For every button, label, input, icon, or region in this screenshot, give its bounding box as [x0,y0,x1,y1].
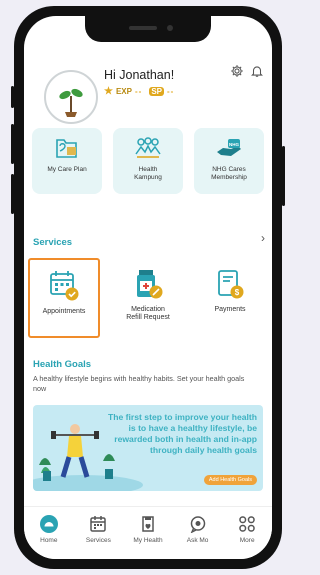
tab-services[interactable]: Services [74,507,124,559]
card-label: NHG Cares Membership [211,166,247,181]
service-appointments[interactable]: Appointments [28,258,100,338]
service-payments[interactable]: $ Payments [194,258,266,338]
quick-access-cards: My Care Plan Health Kampung NHG NHG Care… [32,128,264,194]
tab-label: More [239,537,255,544]
exp-sp-row: ★ EXP -- SP -- [104,86,174,97]
more-icon [238,514,256,534]
chat-icon [189,514,207,534]
health-goals-description: A healthy lifestyle begins with healthy … [33,374,245,393]
community-icon [133,136,163,160]
service-label: Payments [214,306,246,313]
nhg-cares-membership-card[interactable]: NHG NHG Cares Membership [194,128,264,194]
service-medication-refill[interactable]: Medication Refill Request [112,258,184,338]
mute-switch [11,86,14,108]
card-label: My Care Plan [47,166,87,173]
health-kampung-card[interactable]: Health Kampung [113,128,183,194]
front-camera [167,25,173,31]
speaker-grille [129,26,157,30]
calendar-check-icon [47,270,81,302]
sp-label: SP [149,87,164,96]
tab-label: Home [40,537,58,544]
care-plan-icon [53,136,81,160]
sp-value: -- [166,87,175,96]
medication-icon [131,268,165,300]
plant-sprout-icon [59,88,83,117]
nhg-cares-icon: NHG [215,136,243,160]
services-list: Appointments Medication Refill Request $… [28,258,268,340]
card-label: Health Kampung [134,166,162,181]
svg-text:NHG: NHG [229,142,239,147]
exp-value: -- [134,87,143,96]
volume-down-button [11,174,14,214]
svg-text:$: $ [235,288,240,297]
home-icon [39,514,59,534]
tab-ask-mo[interactable]: Ask Mo [173,507,223,559]
tab-label: Services [85,537,111,544]
service-label: Medication Refill Request [126,306,170,321]
tab-home[interactable]: Home [24,507,74,559]
tab-label: Ask Mo [186,537,209,544]
notch [85,16,211,42]
add-health-goals-button[interactable]: Add Health Goals [203,475,257,485]
payment-icon: $ [213,268,247,300]
my-care-plan-card[interactable]: My Care Plan [32,128,102,194]
star-icon: ★ [104,86,113,97]
services-section-title: Services [33,237,73,248]
tab-label: My Health [133,537,163,544]
service-label: Appointments [42,308,86,315]
exp-label: EXP [115,87,132,96]
banner-text: The first step to improve your health is… [108,412,257,455]
notification-bell-icon[interactable] [250,64,264,83]
settings-gear-icon[interactable] [230,64,244,83]
tab-my-health[interactable]: My Health [123,507,173,559]
chevron-right-icon[interactable]: › [261,231,265,245]
greeting-text: Hi Jonathan! [104,68,175,82]
app-screen: Hi Jonathan! ★ EXP -- SP -- My Care Plan… [24,16,272,559]
services-icon [89,514,107,534]
power-button [282,146,285,206]
volume-up-button [11,124,14,164]
my-health-icon [139,514,157,534]
tab-more[interactable]: More [222,507,272,559]
health-goals-banner[interactable]: The first step to improve your health is… [33,405,263,491]
avatar[interactable] [44,70,98,124]
health-goals-section-title: Health Goals [33,359,92,370]
bottom-tab-bar: Home Services My Health Ask Mo More [24,506,272,559]
